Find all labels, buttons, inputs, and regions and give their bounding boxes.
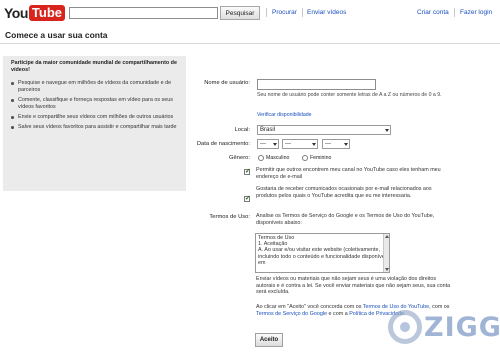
nav-link-upload[interactable]: Enviar vídeos (307, 9, 346, 16)
bullet-icon (11, 82, 14, 85)
username-input[interactable] (257, 79, 376, 90)
watermark-text: ZIGG (424, 311, 500, 343)
email-updates-text: Gostaria de receber comunicados ocasiona… (256, 186, 432, 199)
title-divider (0, 43, 500, 44)
logo-tube-text: Tube (28, 5, 65, 21)
watermark-ring-icon (388, 310, 422, 344)
zigg-watermark: ZIGG (388, 309, 500, 345)
username-hint: Seu nome de usuário pode conter somente … (257, 92, 442, 98)
email-updates-checkbox[interactable]: ✓ (244, 195, 251, 202)
location-select[interactable]: Brasil (257, 125, 391, 135)
birthdate-label: Data de nascimento: (196, 141, 250, 147)
gender-female-label: Feminino (310, 155, 332, 161)
gender-male-radio[interactable] (258, 155, 264, 161)
scroll-up-icon[interactable] (385, 235, 389, 238)
nav-link-sign-in[interactable]: Fazer login (460, 9, 492, 16)
location-value: Brasil (260, 127, 276, 133)
find-by-email-text: Permitir que outros encontrem meu canal … (256, 167, 441, 180)
terms-line: A. Ao usar e/ou visitar este website (co… (258, 247, 380, 254)
chevron-down-icon (273, 143, 277, 146)
birth-month-select[interactable]: --- (282, 139, 318, 149)
agreement-and: e com a (327, 310, 350, 317)
nav-divider (302, 8, 303, 17)
promo-bullet: Salve seus vídeos favoritos para assisti… (9, 124, 185, 131)
terms-label: Termos de Uso: (209, 214, 250, 220)
check-icon: ✓ (245, 168, 251, 175)
promo-heading: Participe da maior comunidade mundial de… (11, 60, 177, 73)
scroll-down-icon[interactable] (385, 268, 389, 271)
find-by-email-checkbox[interactable]: ✓ (244, 168, 251, 175)
promo-bullet: Envie e compartilhe seus vídeos com milh… (9, 114, 185, 121)
chevron-down-icon (312, 143, 316, 146)
search-button[interactable]: Pesquisar (220, 6, 260, 20)
terms-line: incluindo todo o conteúdo e funcionalida… (258, 253, 386, 266)
nav-link-create-account[interactable]: Criar conta (417, 9, 449, 16)
google-terms-link[interactable]: Termos de Serviço do Google (256, 311, 327, 317)
accept-button[interactable]: Aceito (255, 333, 283, 347)
birth-month-value: --- (285, 141, 291, 147)
chevron-down-icon (344, 143, 348, 146)
top-header: You Tube Pesquisar Procurar Enviar vídeo… (0, 0, 500, 30)
page-title: Comece a usar sua conta (5, 30, 108, 40)
promo-panel: Participe da maior comunidade mundial de… (3, 56, 186, 191)
gender-male-label: Masculino (266, 155, 290, 161)
location-label: Local: (234, 127, 250, 133)
birth-year-value: --- (325, 141, 331, 147)
gender-female-radio[interactable] (302, 155, 308, 161)
birth-year-select[interactable]: --- (322, 139, 350, 149)
promo-bullet-text: Salve seus vídeos favoritos para assisti… (18, 124, 177, 131)
birth-day-select[interactable]: --- (257, 139, 279, 149)
agreement-prefix: Ao clicar em "Aceito" você concorda com … (256, 304, 363, 310)
terms-scrollbar[interactable] (383, 234, 389, 272)
promo-bullet: Comente, classifique e forneça respostas… (9, 97, 185, 111)
promo-bullet-text: Comente, classifique e forneça respostas… (18, 97, 173, 110)
promo-bullet: Pesquise e navegue em milhões de vídeos … (9, 80, 185, 94)
logo-you-text: You (4, 5, 28, 21)
promo-bullet-list: Pesquise e navegue em milhões de vídeos … (9, 80, 185, 135)
birth-day-value: --- (260, 141, 266, 147)
copyright-warning-text: Enviar vídeos ou materiais que não sejam… (256, 276, 451, 296)
gender-label: Gênero: (229, 155, 250, 161)
nav-divider (454, 8, 455, 17)
chevron-down-icon (385, 129, 389, 132)
search-input[interactable] (69, 7, 218, 19)
terms-intro-text: Analise os Termos de Serviço do Google e… (256, 213, 435, 226)
check-icon: ✓ (245, 195, 251, 202)
nav-link-browse[interactable]: Procurar (272, 9, 297, 16)
bullet-icon (11, 116, 14, 119)
nav-divider (266, 8, 267, 17)
youtube-logo[interactable]: You Tube (4, 5, 65, 21)
bullet-icon (11, 99, 14, 102)
username-label: Nome de usuário: (204, 80, 250, 86)
promo-bullet-text: Envie e compartilhe seus vídeos com milh… (18, 114, 174, 121)
bullet-icon (11, 126, 14, 129)
promo-bullet-text: Pesquise e navegue em milhões de vídeos … (18, 80, 172, 93)
terms-textarea[interactable]: Termos de Uso 1. Aceitação A. Ao usar e/… (255, 233, 390, 273)
check-availability-link[interactable]: Verificar disponibilidade (257, 112, 312, 118)
